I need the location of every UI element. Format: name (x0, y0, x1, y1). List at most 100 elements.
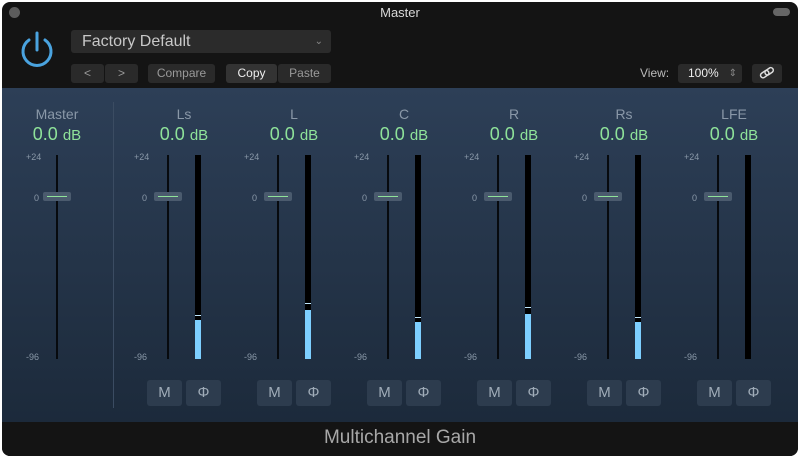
phase-invert-button[interactable]: Φ (186, 380, 221, 406)
gain-unit: dB (629, 127, 649, 144)
gain-unit: dB (62, 127, 82, 144)
preset-dropdown[interactable]: Factory Default ⌄ (71, 30, 331, 53)
scale-max: +24 (26, 152, 42, 162)
channel-ls: Ls 0.0 dB +24 0 -96 M Φ (129, 88, 239, 422)
gain-value[interactable]: 0.0 dB (134, 124, 234, 145)
stepper-icon: ⇕ (728, 68, 737, 79)
fader-track (277, 155, 279, 359)
scale-zero: 0 (34, 193, 40, 203)
scale-min: -96 (26, 352, 40, 362)
gain-unit: dB (189, 127, 209, 144)
previous-preset-button[interactable]: < (71, 64, 104, 83)
scale-max: +24 (464, 152, 480, 162)
scale-min: -96 (684, 352, 698, 362)
scale-zero: 0 (692, 193, 698, 203)
gain-number: 0.0 (709, 124, 735, 144)
scale-max: +24 (684, 152, 700, 162)
link-icon[interactable] (752, 64, 782, 83)
mute-button[interactable]: M (147, 380, 182, 406)
compare-button[interactable]: Compare (148, 64, 215, 83)
view-label: View: (640, 66, 670, 80)
plugin-window: Master Factory Default ⌄ < > Compare Copy… (2, 2, 798, 456)
copy-button[interactable]: Copy (226, 64, 277, 83)
channel-c: C 0.0 dB +24 0 -96 M Φ (349, 88, 459, 422)
channel-label: C (398, 106, 410, 122)
scale-zero: 0 (472, 193, 478, 203)
scale-max: +24 (354, 152, 370, 162)
peak-marker (635, 317, 641, 319)
channel-label: Master (35, 106, 79, 122)
scale-max: +24 (134, 152, 150, 162)
mute-button[interactable]: M (697, 380, 732, 406)
paste-button[interactable]: Paste (278, 64, 331, 83)
level-meter (525, 155, 531, 359)
master-channel: Master 0.0 dB +24 0 -96 (2, 88, 112, 422)
gain-value[interactable]: 0.0 dB (684, 124, 784, 145)
peak-marker (195, 315, 201, 317)
level-meter (745, 155, 751, 359)
gain-value[interactable]: 0.0 dB (464, 124, 564, 145)
phase-invert-button[interactable]: Φ (736, 380, 771, 406)
fader-handle[interactable] (154, 192, 182, 201)
scale-min: -96 (244, 352, 258, 362)
gain-value[interactable]: 0.0 dB (574, 124, 674, 145)
fader-track (607, 155, 609, 359)
chevron-down-icon: ⌄ (314, 36, 323, 47)
phase-invert-button[interactable]: Φ (626, 380, 661, 406)
power-icon[interactable] (18, 30, 56, 70)
fader-handle[interactable] (594, 192, 622, 201)
fader-handle[interactable] (704, 192, 732, 201)
master-fader-handle[interactable] (43, 192, 71, 201)
mute-button[interactable]: M (367, 380, 402, 406)
gain-number: 0.0 (599, 124, 625, 144)
window-resize-button[interactable] (773, 8, 790, 16)
peak-marker (415, 317, 421, 319)
gain-unit: dB (409, 127, 429, 144)
mute-button[interactable]: M (587, 380, 622, 406)
phase-invert-button[interactable]: Φ (296, 380, 331, 406)
mute-button[interactable]: M (257, 380, 292, 406)
channel-l: L 0.0 dB +24 0 -96 M Φ (239, 88, 349, 422)
channel-r: R 0.0 dB +24 0 -96 M Φ (459, 88, 569, 422)
gain-unit: dB (299, 127, 319, 144)
phase-invert-button[interactable]: Φ (406, 380, 441, 406)
channel-rs: Rs 0.0 dB +24 0 -96 M Φ (569, 88, 679, 422)
gain-panel: Master 0.0 dB +24 0 -96 Ls 0.0 dB +24 0 … (2, 88, 798, 422)
scale-max: +24 (574, 152, 590, 162)
meter-fill (305, 310, 311, 359)
phase-invert-button[interactable]: Φ (516, 380, 551, 406)
gain-number: 0.0 (269, 124, 295, 144)
level-meter (195, 155, 201, 359)
next-preset-button[interactable]: > (105, 64, 138, 83)
mute-button[interactable]: M (477, 380, 512, 406)
gain-number: 0.0 (32, 124, 58, 144)
divider (113, 102, 114, 408)
level-meter (635, 155, 641, 359)
fader-track (167, 155, 169, 359)
view-zoom-select[interactable]: 100% ⇕ (678, 64, 742, 83)
close-button[interactable] (9, 7, 20, 18)
window-title: Master (380, 5, 420, 20)
scale-min: -96 (464, 352, 478, 362)
gain-number: 0.0 (379, 124, 405, 144)
level-meter (305, 155, 311, 359)
channel-label: L (290, 106, 298, 122)
fader-handle[interactable] (484, 192, 512, 201)
scale-min: -96 (574, 352, 588, 362)
scale-min: -96 (134, 352, 148, 362)
fader-track (717, 155, 719, 359)
fader-track (387, 155, 389, 359)
master-fader-track (56, 155, 58, 359)
peak-marker (305, 302, 311, 304)
channel-label: R (508, 106, 520, 122)
view-zoom-value: 100% (688, 66, 719, 80)
fader-handle[interactable] (264, 192, 292, 201)
scale-zero: 0 (252, 193, 258, 203)
gain-value[interactable]: 0.0 dB (2, 124, 112, 145)
gain-value[interactable]: 0.0 dB (354, 124, 454, 145)
gain-value[interactable]: 0.0 dB (244, 124, 344, 145)
preset-value: Factory Default (82, 33, 191, 50)
gain-unit: dB (739, 127, 759, 144)
fader-handle[interactable] (374, 192, 402, 201)
meter-fill (635, 322, 641, 359)
